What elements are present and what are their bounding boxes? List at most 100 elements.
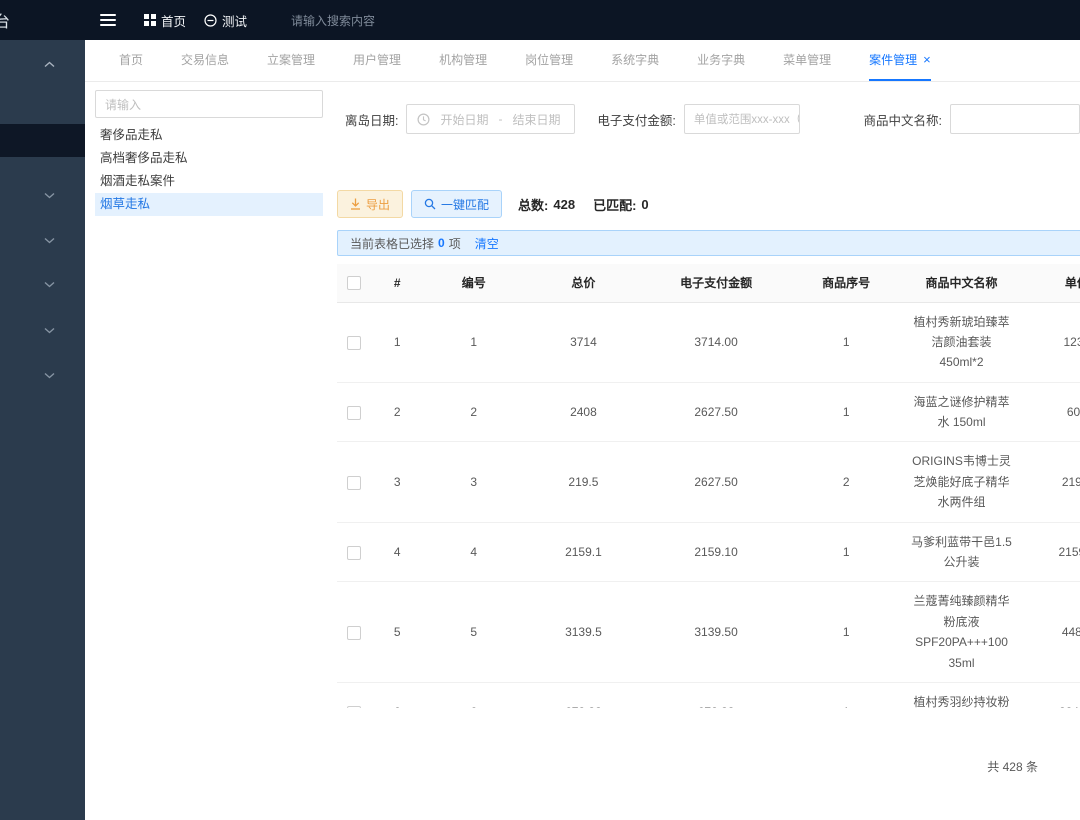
circle-minus-icon [204,14,217,27]
row-checkbox[interactable] [347,476,361,490]
row-checkbox[interactable] [347,546,361,560]
cell-total: 219.5 [525,442,642,522]
sidebar [0,40,85,820]
category-item-3[interactable]: 烟草走私 [95,193,323,216]
row-checkbox[interactable] [347,336,361,350]
cell-name: 植村秀新琥珀臻萃洁颜油套装 450ml*2 [902,302,1020,382]
category-item-0[interactable]: 奢侈品走私 [95,124,323,147]
cell-code: 3 [423,442,525,522]
topbar: 台 首页 测试 请输入搜索内容 [0,0,1080,40]
cell-epay: 3139.50 [642,582,790,683]
cell-unit: 448.5 [1021,582,1080,683]
tab-close-icon[interactable]: × [923,52,931,67]
table-row: 553139.53139.501兰蔻菁纯臻颜精华粉底液SPF20PA+++100… [337,582,1080,683]
column-header: 商品中文名称 [902,264,1020,302]
cell-code: 6 [423,682,525,708]
sidebar-active-item[interactable] [0,124,85,157]
cell-total: 2408 [525,382,642,442]
chevron-down-icon[interactable] [44,281,55,288]
table-row: 2224082627.501海蓝之谜修护精萃水 150ml602 [337,382,1080,442]
cell-code: 4 [423,522,525,582]
cell-serial: 1 [790,582,902,683]
column-header: 商品序号 [790,264,902,302]
main-area: 首页交易信息立案管理用户管理机构管理岗位管理系统字典业务字典菜单管理案件管理× … [85,40,1080,820]
cell-name: 兰蔻菁纯臻颜精华粉底液SPF20PA+++100 35ml [902,582,1020,683]
one-click-match-button[interactable]: 一键匹配 [411,190,502,218]
cell-epay: 2627.50 [642,442,790,522]
name-filter-label: 商品中文名称: [864,110,942,129]
tab-label: 菜单管理 [783,51,831,68]
column-header: # [372,264,423,302]
table-stats: 总数: 428 已匹配: 0 [518,195,649,214]
product-name-input[interactable] [950,104,1080,134]
cell-index: 4 [372,522,423,582]
topnav-home[interactable]: 首页 [144,11,186,30]
amount-filter-label: 电子支付金额: [597,110,675,129]
cell-total: 672.33 [525,682,642,708]
cell-index: 6 [372,682,423,708]
date-separator: - [499,112,503,126]
cell-serial: 1 [790,302,902,382]
date-start-placeholder[interactable]: 开始日期 [440,111,488,128]
cell-unit: 1238 [1021,302,1080,382]
tab-label: 岗位管理 [525,51,573,68]
chevron-down-icon[interactable] [44,237,55,244]
cell-code: 1 [423,302,525,382]
selection-prefix: 当前表格已选择 [350,235,434,252]
tab-5[interactable]: 岗位管理 [525,40,573,81]
clear-selection-link[interactable]: 清空 [475,235,499,252]
topnav-test[interactable]: 测试 [204,11,247,30]
chevron-down-icon[interactable] [44,192,55,199]
tab-label: 用户管理 [353,51,401,68]
chevron-down-icon[interactable] [44,372,55,379]
export-icon [350,198,361,210]
hamburger-menu-icon[interactable] [100,14,116,26]
cell-unit: 224.11 [1021,682,1080,708]
filter-row: 离岛日期: 开始日期 - 结束日期 电子支付金额: 单值或范围xxx-xxx（仅… [337,104,1080,134]
cell-serial: 2 [790,442,902,522]
tab-1[interactable]: 交易信息 [181,40,229,81]
tab-label: 业务字典 [697,51,745,68]
topnav-home-label: 首页 [161,11,186,30]
cell-total: 3714 [525,302,642,382]
chevron-up-icon[interactable] [44,61,55,68]
column-header: 电子支付金额 [642,264,790,302]
cell-name: 马爹利蓝带干邑1.5公升装 [902,522,1020,582]
tab-label: 机构管理 [439,51,487,68]
cell-code: 2 [423,382,525,442]
cell-index: 5 [372,582,423,683]
matched-label: 已匹配: [593,195,636,214]
tab-8[interactable]: 菜单管理 [783,40,831,81]
tab-bar: 首页 交易信息 立案管理 用户管理 机构管理 岗位管理 系统字典 业务字典 菜单管理 案件管理× [85,40,1080,82]
chevron-down-icon[interactable] [44,327,55,334]
amount-placeholder: 单值或范围xxx-xxx（仅整数 [694,111,800,127]
amount-input[interactable]: 单值或范围xxx-xxx（仅整数 [684,104,800,134]
row-checkbox[interactable] [347,406,361,420]
tab-4[interactable]: 机构管理 [439,40,487,81]
export-label: 导出 [366,196,390,213]
tab-7[interactable]: 业务字典 [697,40,745,81]
category-search-input[interactable]: 请输入 [95,90,323,118]
date-range-picker[interactable]: 开始日期 - 结束日期 [406,104,575,134]
table-row: 442159.12159.101马爹利蓝带干邑1.5公升装2159.1 [337,522,1080,582]
column-header: 编号 [423,264,525,302]
row-checkbox[interactable] [347,626,361,640]
tab-label: 交易信息 [181,51,229,68]
category-item-1[interactable]: 高档奢侈品走私 [95,147,323,170]
tab-0[interactable]: 首页 [119,40,143,81]
topbar-search-input[interactable]: 请输入搜索内容 [291,12,375,29]
cell-name: 海蓝之谜修护精萃水 150ml [902,382,1020,442]
cell-total: 3139.5 [525,582,642,683]
tab-3[interactable]: 用户管理 [353,40,401,81]
tab-6[interactable]: 系统字典 [611,40,659,81]
tab-9[interactable]: 案件管理× [869,40,931,81]
cell-unit: 602 [1021,382,1080,442]
category-list: 奢侈品走私高档奢侈品走私烟酒走私案件烟草走私 [95,124,323,216]
row-checkbox[interactable] [347,706,361,708]
tab-2[interactable]: 立案管理 [267,40,315,81]
select-all-checkbox[interactable] [347,276,361,290]
export-button[interactable]: 导出 [337,190,403,218]
category-item-2[interactable]: 烟酒走私案件 [95,170,323,193]
date-end-placeholder[interactable]: 结束日期 [513,111,561,128]
grid-icon [144,14,156,26]
